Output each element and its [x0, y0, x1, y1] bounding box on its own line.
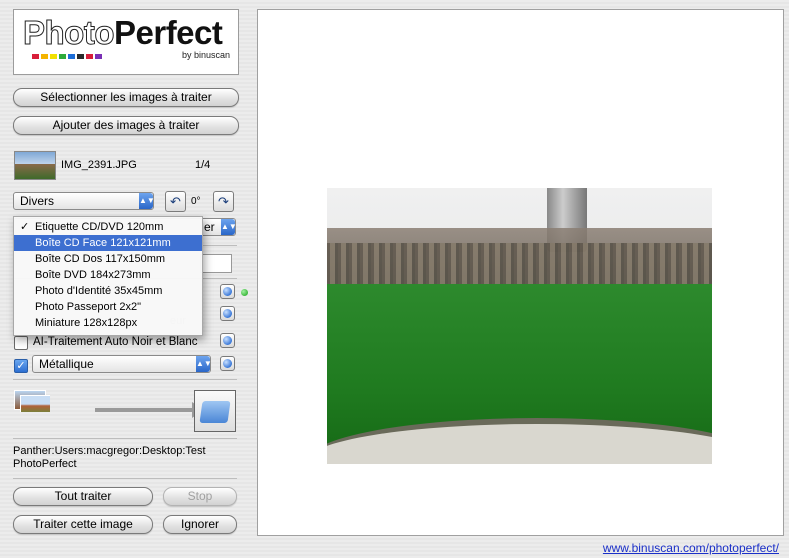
stacked-images-icon: [14, 390, 50, 412]
output-path: Panther:Users:macgregor:Desktop:Test Pho…: [13, 445, 206, 470]
size-input[interactable]: [200, 254, 232, 273]
add-images-button[interactable]: Ajouter des images à traiter: [13, 116, 239, 135]
menu-item-label: Boîte DVD 184x273mm: [35, 269, 151, 281]
menu-item[interactable]: Boîte CD Dos 117x150mm: [14, 251, 202, 267]
format-select-value: er: [204, 220, 215, 234]
chevron-updown-icon: ▲▼: [221, 219, 237, 235]
effect-select[interactable]: Métallique ▲▼: [32, 355, 212, 373]
menu-item[interactable]: ✓ Etiquette CD/DVD 120mm: [14, 219, 202, 235]
color-swatch: [32, 54, 39, 59]
menu-item-label: Boîte CD Dos 117x150mm: [35, 253, 166, 265]
ignore-button[interactable]: Ignorer: [163, 515, 237, 534]
logo-wordmark: PhotoPerfect: [23, 14, 223, 51]
stop-button[interactable]: Stop: [163, 487, 237, 506]
logo-color-swatches: [32, 54, 102, 59]
rotate-left-icon: ↶: [170, 194, 181, 209]
rotation-value: 0°: [191, 196, 201, 207]
menu-item[interactable]: Boîte CD Face 121x121mm: [14, 235, 202, 251]
info-icon: [223, 287, 232, 296]
output-folder-button[interactable]: [194, 390, 236, 432]
info-icon: [223, 336, 232, 345]
menu-item[interactable]: Boîte DVD 184x273mm: [14, 267, 202, 283]
color-swatch: [86, 54, 93, 59]
app-logo: PhotoPerfect by binuscan: [13, 9, 239, 75]
info-icon: [223, 359, 232, 368]
effect-checkbox[interactable]: ✓: [14, 359, 28, 373]
color-swatch: [95, 54, 102, 59]
folder-icon: [199, 401, 231, 423]
effect-select-value: Métallique: [39, 357, 94, 371]
divider: [13, 478, 237, 479]
file-counter: 1/4: [195, 159, 211, 171]
menu-item-label: Miniature 128x128px: [35, 317, 138, 329]
preset-select-value: Divers: [20, 194, 55, 208]
menu-item-label: Photo Passeport 2x2": [35, 301, 142, 313]
preview-image: [327, 188, 712, 464]
rotate-right-icon: ↷: [218, 194, 229, 209]
image-preview-panel: [257, 9, 784, 536]
chevron-updown-icon: ▲▼: [196, 356, 212, 372]
rotate-left-button[interactable]: ↶: [165, 191, 186, 212]
format-dropdown-menu[interactable]: ✓ Etiquette CD/DVD 120mm Boîte CD Face 121…: [13, 216, 203, 336]
info-icon: [223, 309, 232, 318]
process-this-button[interactable]: Traiter cette image: [13, 515, 153, 534]
status-indicator-icon: [241, 289, 248, 296]
options-button[interactable]: [220, 284, 235, 299]
options-button[interactable]: [220, 306, 235, 321]
divider: [13, 438, 237, 439]
color-swatch: [50, 54, 57, 59]
color-swatch: [68, 54, 75, 59]
menu-item-label: Etiquette CD/DVD 120mm: [35, 221, 164, 233]
options-button[interactable]: [220, 333, 235, 348]
auto-bw-checkbox[interactable]: [14, 336, 28, 350]
chevron-updown-icon: ▲▼: [139, 193, 155, 209]
drag-arrow-icon: [95, 408, 195, 412]
menu-item[interactable]: Photo Passeport 2x2": [14, 299, 202, 315]
select-images-button[interactable]: Sélectionner les images à traiter: [13, 88, 239, 107]
website-link[interactable]: www.binuscan.com/photoperfect/: [603, 541, 779, 555]
auto-bw-label: AI-Traitement Auto Noir et Blanc: [33, 336, 198, 348]
divider: [13, 379, 237, 380]
effect-options-button[interactable]: [220, 356, 235, 371]
menu-item-label: Boîte CD Face 121x121mm: [35, 237, 171, 249]
menu-item[interactable]: Miniature 128x128px: [14, 315, 202, 331]
preset-select[interactable]: Divers ▲▼: [13, 192, 155, 210]
checkmark-icon: ✓: [16, 360, 26, 372]
menu-item-label: Photo d'Identité 35x45mm: [35, 285, 163, 297]
menu-item[interactable]: Photo d'Identité 35x45mm: [14, 283, 202, 299]
color-swatch: [41, 54, 48, 59]
current-image-thumbnail: [14, 151, 56, 180]
current-file-name: IMG_2391.JPG: [61, 159, 137, 171]
logo-byline: by binuscan: [182, 50, 231, 60]
process-all-button[interactable]: Tout traiter: [13, 487, 153, 506]
checkmark-icon: ✓: [20, 221, 30, 233]
color-swatch: [77, 54, 84, 59]
color-swatch: [59, 54, 66, 59]
rotate-right-button[interactable]: ↷: [213, 191, 234, 212]
